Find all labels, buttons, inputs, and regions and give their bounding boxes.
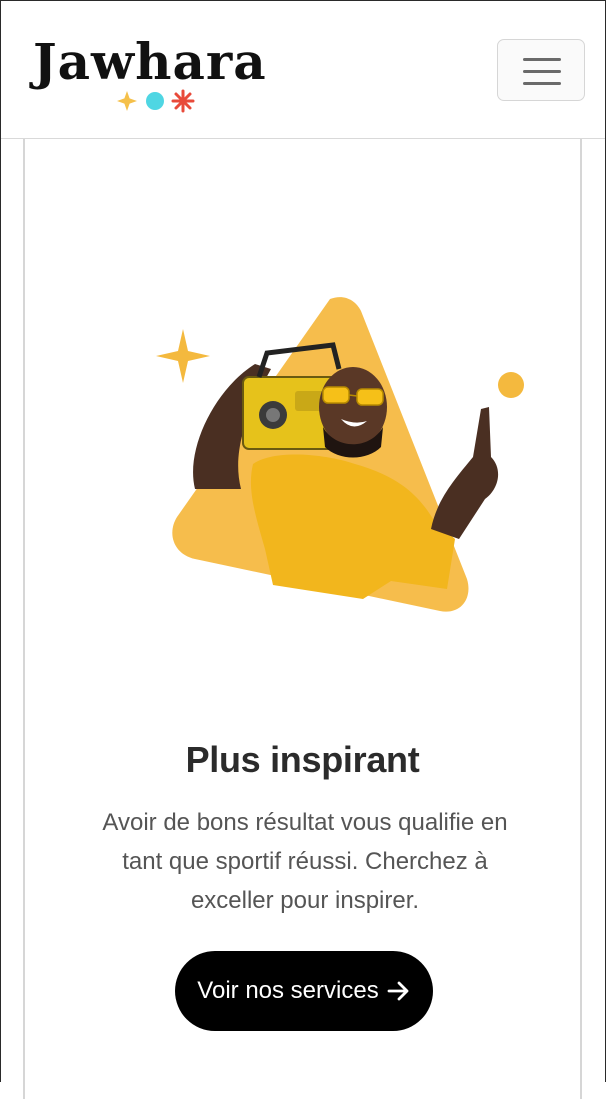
- services-button[interactable]: Voir nos services: [175, 951, 433, 1031]
- hamburger-bar: [523, 70, 561, 73]
- feature-card: Plus inspirant Avoir de bons résultat vo…: [23, 139, 582, 1099]
- hamburger-bar: [523, 82, 561, 85]
- menu-toggle-button[interactable]: [497, 39, 585, 101]
- brand-dots-icon: [117, 89, 195, 113]
- arrow-right-icon: [387, 981, 409, 1001]
- pointing-hand-shape: [431, 407, 499, 539]
- brand-logo-link[interactable]: Jawhara: [33, 31, 266, 116]
- services-button-label: Voir nos services: [197, 977, 379, 1004]
- hamburger-menu-icon: [523, 58, 561, 61]
- card-description: Avoir de bons résultat vous qualifie en …: [102, 809, 508, 914]
- navbar: Jawhara: [1, 1, 605, 139]
- dot-shape: [498, 372, 524, 398]
- hero-illustration: [156, 297, 524, 612]
- brand-name: Jawhara: [33, 32, 267, 91]
- card-title: Plus inspirant: [185, 739, 420, 780]
- sparkle-icon: [156, 329, 210, 383]
- page-frame: Jawhara Plus inspirant Avoir de bons rés…: [0, 0, 606, 1099]
